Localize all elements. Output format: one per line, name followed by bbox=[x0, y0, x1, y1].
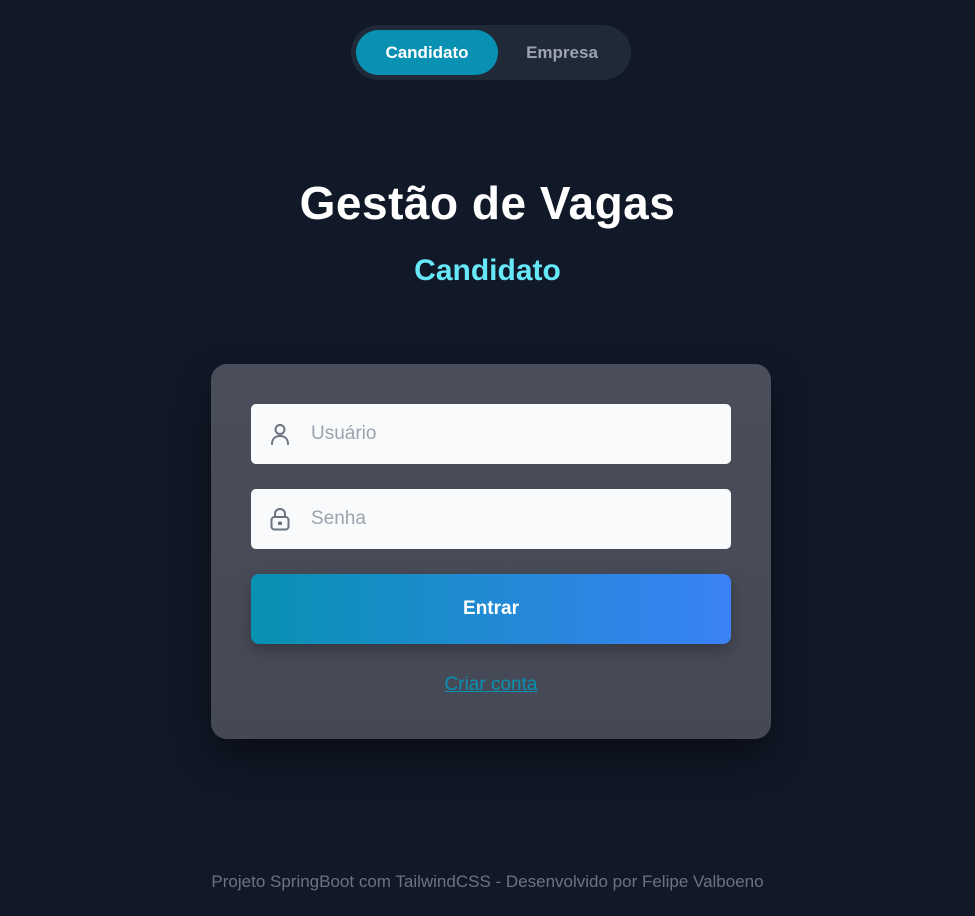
username-input[interactable] bbox=[309, 413, 713, 455]
footer-text: Projeto SpringBoot com TailwindCSS - Des… bbox=[211, 872, 764, 891]
create-account-link[interactable]: Criar conta bbox=[211, 674, 771, 696]
candidate-toggle-button[interactable]: Candidato bbox=[356, 30, 498, 75]
password-input[interactable] bbox=[309, 498, 713, 540]
login-page: Candidato Empresa Gestão de Vagas Candid… bbox=[0, 0, 975, 916]
password-field[interactable] bbox=[251, 489, 731, 549]
role-toggle: Candidato Empresa bbox=[351, 25, 631, 80]
login-card: Entrar Criar conta bbox=[211, 364, 771, 739]
page-title: Gestão de Vagas bbox=[299, 177, 676, 229]
lock-icon bbox=[269, 507, 291, 531]
user-icon bbox=[269, 422, 291, 446]
username-field[interactable] bbox=[251, 404, 731, 464]
company-toggle-button[interactable]: Empresa bbox=[498, 30, 626, 75]
page-subtitle: Candidato bbox=[414, 254, 561, 287]
login-button[interactable]: Entrar bbox=[251, 574, 731, 644]
